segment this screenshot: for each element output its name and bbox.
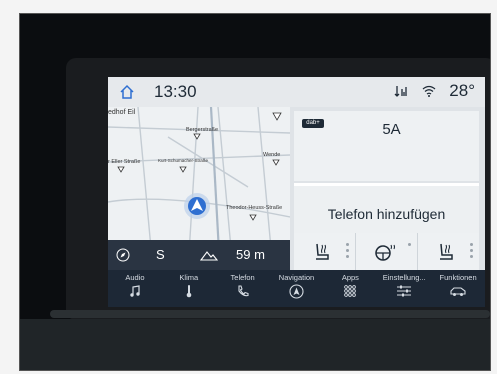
passenger-seat-heat-button[interactable] (417, 233, 479, 270)
add-phone-tile[interactable]: Telefon hinzufügen (294, 183, 479, 236)
street-label: edhof Eil (108, 109, 136, 116)
bottom-nav-bar: Audio Klima Telefon Navigation Apps Eins… (108, 270, 485, 307)
add-phone-label: Telefon hinzufügen (327, 206, 446, 222)
steering-wheel-heat-icon (375, 244, 395, 261)
level-indicator (470, 243, 473, 261)
vehicle-position-icon (184, 193, 210, 219)
nav-label: Funktionen (439, 273, 477, 282)
street-label: Theodor-Heuss-Straße (226, 205, 283, 211)
nav-functions[interactable]: Funktionen (431, 270, 485, 307)
nav-label: Navigation (278, 273, 315, 282)
heading-label: S (156, 247, 165, 262)
nav-label: Apps (341, 273, 359, 282)
signal-icon (394, 86, 407, 97)
street-label: Wende (263, 152, 281, 158)
distance-label: 59 m (236, 247, 265, 262)
dashboard-panel (20, 319, 490, 370)
seat-heat-icon (440, 243, 453, 260)
home-icon[interactable] (118, 83, 136, 101)
nav-navigation[interactable]: Navigation (270, 270, 324, 307)
nav-audio[interactable]: Audio (108, 270, 162, 307)
nav-apps[interactable]: Apps (323, 270, 377, 307)
steering-wheel-heat-button[interactable] (355, 233, 417, 270)
dashboard-edge (50, 310, 490, 318)
wifi-icon (422, 85, 436, 97)
music-note-icon (130, 285, 140, 297)
infotainment-screen: 13:30 28° edhof Eil Bergerstraße Wende r… (108, 77, 485, 307)
nav-label: Telefon (230, 273, 255, 282)
outside-temperature: 28° (449, 81, 475, 100)
compass-icon[interactable] (116, 248, 130, 262)
apps-grid-icon (344, 285, 357, 297)
photo-frame: 13:30 28° edhof Eil Bergerstraße Wende r… (19, 13, 491, 371)
terrain-icon (200, 251, 218, 261)
nav-label: Audio (125, 273, 145, 282)
nav-settings[interactable]: Einstellung... (377, 270, 431, 307)
car-icon (450, 287, 466, 296)
settings-sliders-icon (397, 285, 412, 297)
status-bar: 13:30 28° (108, 77, 485, 107)
thermometer-icon (186, 285, 192, 298)
clock: 13:30 (154, 82, 197, 101)
comfort-controls (294, 233, 479, 270)
map-info-bar: S 59 m (108, 240, 290, 270)
street-label: Bergerstraße (186, 127, 219, 133)
nav-label: Klima (179, 273, 199, 282)
street-label: r Eller Straße (108, 159, 141, 165)
driver-seat-heat-button[interactable] (294, 233, 355, 270)
seat-heat-icon (316, 243, 329, 260)
navigation-arrow-icon (289, 284, 304, 299)
nav-climate[interactable]: Klima (162, 270, 216, 307)
radio-tile[interactable]: dab+ 5A (294, 111, 479, 181)
nav-label: Einstellung... (382, 273, 426, 282)
street-label: Kurt-Schumacher-Straße (158, 158, 209, 163)
nav-phone[interactable]: Telefon (216, 270, 270, 307)
level-indicator (408, 243, 411, 249)
phone-icon (238, 285, 249, 297)
station-name: 5A (382, 121, 401, 138)
level-indicator (346, 243, 349, 261)
